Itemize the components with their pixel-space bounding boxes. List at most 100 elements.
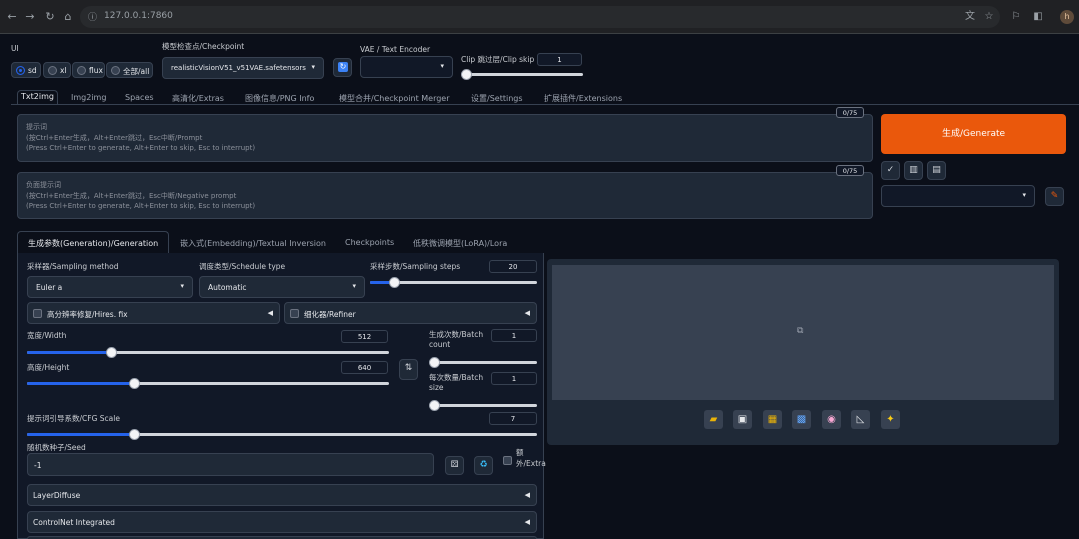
ui-mode-label: UI [11, 44, 19, 53]
swap-dimensions-button[interactable]: ⇅ [399, 359, 418, 380]
output-image-area: ⧉ [552, 265, 1054, 400]
ui-radio-flux[interactable]: flux [72, 62, 105, 78]
width-number[interactable]: 512 [341, 330, 388, 343]
address-bar[interactable]: ⓘ 127.0.0.1:7860 [80, 6, 1000, 28]
refresh-checkpoint-button[interactable]: ↻ [333, 58, 352, 77]
seed-input[interactable]: -1 [27, 453, 434, 476]
subtab-textual-inversion[interactable]: 嵌入式(Embedding)/Textual Inversion [180, 238, 326, 249]
home-icon[interactable]: ⌂ [60, 9, 76, 25]
extension-icon[interactable]: ⚐ [1008, 9, 1024, 25]
collapse-triangle-icon: ◀ [267, 309, 273, 317]
bookmark-star-icon[interactable]: ☆ [981, 9, 997, 25]
hires-fix-checkbox[interactable] [33, 309, 42, 318]
ui-radio-all[interactable]: 全部/all [106, 62, 153, 78]
clip-skip-number[interactable]: 1 [537, 53, 582, 66]
subtab-lora[interactable]: 低秩微调模型(LoRA)/Lora [413, 238, 507, 249]
collapse-triangle-icon: ◀ [524, 518, 530, 526]
sparkle-icon[interactable]: ✦ [881, 410, 900, 429]
clip-skip-slider-thumb[interactable] [461, 69, 472, 80]
extensions-puzzle-icon[interactable]: ◧ [1030, 9, 1046, 25]
height-fill [27, 382, 134, 385]
negative-prompt-textarea[interactable]: 负面提示词 (按Ctrl+Enter生成，Alt+Enter跳过，Esc中断/N… [17, 172, 873, 219]
tab-img2img[interactable]: Img2img [71, 93, 106, 102]
tab-png-info[interactable]: 图像信息/PNG Info [245, 93, 314, 104]
tab-extensions[interactable]: 扩展插件/Extensions [544, 93, 622, 104]
vae-select[interactable]: ▾ [360, 56, 453, 78]
reload-icon[interactable]: ↻ [42, 9, 58, 25]
refiner-checkbox[interactable] [290, 309, 299, 318]
translate-icon[interactable]: 文 [962, 9, 978, 25]
hires-fix-accordion[interactable]: 高分辨率修复/Hires. fix ◀ [27, 302, 280, 324]
ruler-icon[interactable]: ◺ [851, 410, 870, 429]
batch-size-track[interactable] [429, 404, 537, 407]
tab-spaces[interactable]: Spaces [125, 93, 154, 102]
tab-extras[interactable]: 高清化/Extras [172, 93, 224, 104]
refiner-accordion[interactable]: 细化器/Refiner ◀ [284, 302, 537, 324]
width-thumb[interactable] [106, 347, 117, 358]
batch-count-number[interactable]: 1 [491, 329, 537, 342]
clipboard-icon[interactable]: ▤ [927, 161, 946, 180]
site-info-icon[interactable]: ⓘ [88, 10, 97, 23]
subtab-generation[interactable]: 生成参数(Generation)/Generation [28, 238, 158, 249]
clip-skip-label: Clip 跳过层/Clip skip [461, 55, 535, 64]
cfg-scale-label: 提示词引导系数/CFG Scale [27, 414, 120, 423]
tab-settings[interactable]: 设置/Settings [471, 93, 523, 104]
checkpoint-select[interactable]: realisticVisionV51_v51VAE.safetensors ▾ [162, 57, 324, 79]
palette-icon[interactable]: ◉ [822, 410, 841, 429]
refresh-icon: ↻ [338, 62, 348, 72]
chevron-down-icon: ▾ [1022, 191, 1026, 199]
ui-radio-xl[interactable]: xl [43, 62, 71, 78]
radio-dot [111, 66, 120, 75]
schedule-type-select[interactable]: Automatic ▾ [199, 276, 365, 298]
edit-styles-icon[interactable]: ✎ [1045, 187, 1064, 206]
sampling-steps-number[interactable]: 20 [489, 260, 537, 273]
radio-dot [48, 66, 57, 75]
seed-extra-label: 额外/Extra [516, 448, 546, 468]
clip-skip-slider-track[interactable] [461, 73, 583, 76]
cfg-scale-thumb[interactable] [129, 429, 140, 440]
seed-extra-checkbox[interactable] [503, 456, 512, 465]
sampling-method-label: 采样器/Sampling method [27, 262, 119, 271]
prompt-textarea[interactable]: 提示词 (按Ctrl+Enter生成，Alt+Enter跳过，Esc中断/Pro… [17, 114, 873, 162]
sampling-steps-label: 采样步数/Sampling steps [370, 262, 461, 271]
chevron-down-icon: ▾ [440, 62, 444, 70]
chevron-down-icon: ▾ [311, 63, 315, 71]
check-icon[interactable]: ✓ [881, 161, 900, 180]
batch-size-thumb[interactable] [429, 400, 440, 411]
height-thumb[interactable] [129, 378, 140, 389]
folder-icon[interactable]: ▰ [704, 410, 723, 429]
subtab-checkpoints[interactable]: Checkpoints [345, 238, 394, 247]
forward-icon[interactable]: → [22, 9, 38, 25]
trash-icon[interactable]: ▥ [904, 161, 923, 180]
batch-count-track[interactable] [429, 361, 537, 364]
cfg-scale-number[interactable]: 7 [489, 412, 537, 425]
swap-icon: ⇅ [404, 363, 413, 373]
back-icon[interactable]: ← [4, 9, 20, 25]
batch-count-thumb[interactable] [429, 357, 440, 368]
chevron-down-icon: ▾ [352, 282, 356, 290]
style-select[interactable]: ▾ [881, 185, 1035, 207]
random-seed-dice-icon[interactable]: ⚄ [445, 456, 464, 475]
tab-checkpoint-merger[interactable]: 模型合并/Checkpoint Merger [339, 93, 450, 104]
collapse-triangle-icon: ◀ [524, 491, 530, 499]
save-icon[interactable]: ▣ [733, 410, 752, 429]
height-number[interactable]: 640 [341, 361, 388, 374]
zip-icon[interactable]: ▦ [763, 410, 782, 429]
width-fill [27, 351, 111, 354]
avatar[interactable]: h [1060, 10, 1074, 24]
url-text: 127.0.0.1:7860 [104, 11, 173, 21]
tab-txt2img[interactable]: Txt2img [17, 90, 58, 104]
radio-dot [16, 66, 25, 75]
ui-radio-sd[interactable]: sd [11, 62, 41, 78]
sampling-steps-thumb[interactable] [389, 277, 400, 288]
browser-toolbar: ← → ↻ ⌂ ⓘ 127.0.0.1:7860 文 ☆ ⚐ ◧ h [0, 0, 1079, 34]
generate-button[interactable]: 生成/Generate [881, 114, 1066, 154]
layerdiffuse-accordion[interactable]: LayerDiffuse ◀ [27, 484, 537, 506]
width-label: 宽度/Width [27, 331, 67, 340]
vae-label: VAE / Text Encoder [360, 45, 431, 54]
image-icon[interactable]: ▩ [792, 410, 811, 429]
recycle-seed-icon[interactable]: ♻ [474, 456, 493, 475]
controlnet-accordion[interactable]: ControlNet Integrated ◀ [27, 511, 537, 533]
sampling-method-select[interactable]: Euler a ▾ [27, 276, 193, 298]
batch-size-number[interactable]: 1 [491, 372, 537, 385]
